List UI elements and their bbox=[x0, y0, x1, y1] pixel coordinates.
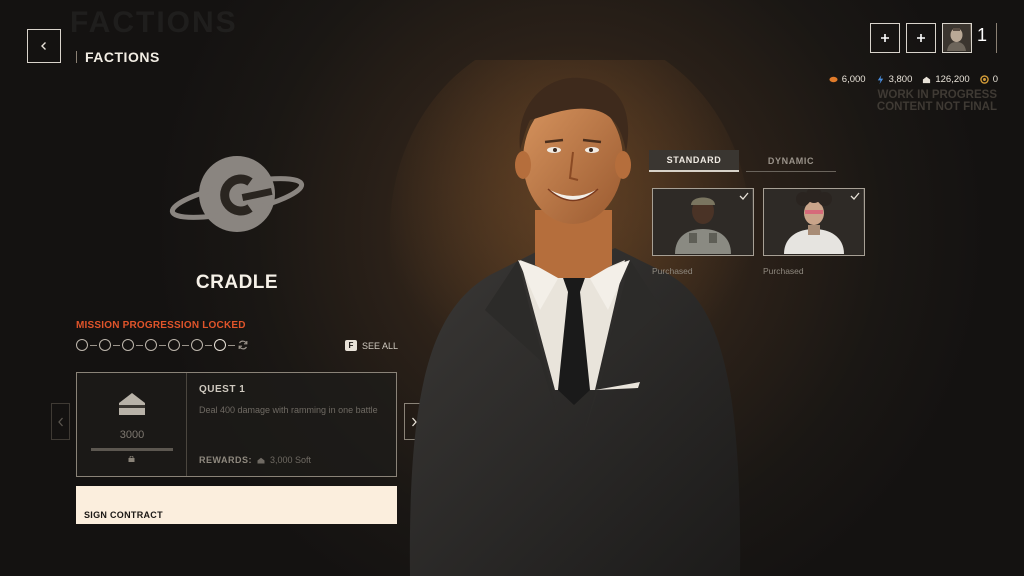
plus-icon bbox=[917, 34, 925, 42]
orange-coin-icon bbox=[829, 76, 838, 83]
lock-icon bbox=[128, 456, 135, 462]
cash-stack-icon bbox=[119, 393, 145, 415]
tab-dynamic[interactable]: DYNAMIC bbox=[746, 150, 836, 172]
add-button-1[interactable] bbox=[870, 23, 900, 53]
repeat-cycle-icon bbox=[238, 340, 248, 350]
mission-node[interactable] bbox=[99, 339, 111, 351]
mission-progress-track bbox=[76, 339, 249, 351]
mission-node[interactable] bbox=[168, 339, 180, 351]
currency-bar: 6,000 3,800 126,200 0 bbox=[829, 74, 998, 85]
sign-contract-button[interactable]: SIGN CONTRACT bbox=[76, 486, 397, 524]
keybind-badge: F bbox=[345, 340, 357, 351]
player-avatar[interactable] bbox=[942, 23, 972, 53]
skin-card-1[interactable] bbox=[652, 188, 754, 256]
currency-soft: 6,000 bbox=[829, 74, 866, 85]
currency-value: 0 bbox=[992, 74, 998, 85]
currency-value: 126,200 bbox=[935, 74, 970, 85]
add-button-2[interactable] bbox=[906, 23, 936, 53]
cash-stack-icon bbox=[257, 457, 265, 463]
wip-line-2: CONTENT NOT FINAL bbox=[876, 101, 997, 113]
page-title-wrap: FACTIONS bbox=[76, 49, 160, 65]
chevron-left-icon bbox=[41, 42, 46, 50]
node-connector bbox=[136, 344, 143, 346]
mission-node[interactable] bbox=[76, 339, 88, 351]
rewards-value: 3,000 Soft bbox=[270, 455, 312, 465]
skin-card-2[interactable] bbox=[763, 188, 865, 256]
back-button[interactable] bbox=[27, 29, 61, 63]
quest-rewards: REWARDS: 3,000 Soft bbox=[199, 455, 311, 465]
quest-description: Deal 400 damage with ramming in one batt… bbox=[199, 405, 378, 415]
wip-line-1: WORK IN PROGRESS bbox=[877, 89, 997, 101]
quest-prev-button[interactable] bbox=[51, 403, 70, 440]
avatar-portrait-icon bbox=[943, 24, 970, 51]
quest-reward-panel: 3000 bbox=[77, 373, 187, 476]
gold-token-icon bbox=[979, 75, 989, 84]
tab-standard[interactable]: STANDARD bbox=[649, 150, 739, 172]
quest-amount: 3000 bbox=[119, 429, 145, 441]
node-connector bbox=[205, 344, 212, 346]
skin-status-1: Purchased bbox=[652, 266, 693, 276]
quest-title: QUEST 1 bbox=[199, 384, 246, 395]
player-level: 1 bbox=[977, 25, 988, 45]
faction-name: CRADLE bbox=[195, 272, 279, 293]
mission-node[interactable] bbox=[145, 339, 157, 351]
level-divider bbox=[996, 23, 997, 53]
node-connector bbox=[90, 344, 97, 346]
node-connector bbox=[228, 344, 235, 346]
currency-value: 3,800 bbox=[888, 74, 913, 85]
scientist-skin-portrait bbox=[764, 189, 863, 254]
currency-energy: 3,800 bbox=[876, 74, 913, 85]
currency-cash: 126,200 bbox=[922, 74, 970, 85]
quest-progress-bar bbox=[91, 448, 173, 451]
sign-contract-label: SIGN CONTRACT bbox=[84, 510, 163, 520]
node-connector bbox=[113, 344, 120, 346]
quest-card[interactable]: 3000 QUEST 1 Deal 400 damage with rammin… bbox=[76, 372, 397, 477]
cash-stack-icon bbox=[923, 76, 931, 84]
soldier-skin-portrait bbox=[653, 189, 752, 254]
title-divider bbox=[76, 51, 77, 63]
plus-icon bbox=[881, 34, 889, 42]
skin-status-2: Purchased bbox=[763, 266, 804, 276]
currency-token: 0 bbox=[979, 74, 998, 85]
wip-watermark: WORK IN PROGRESS CONTENT NOT FINAL bbox=[877, 89, 997, 113]
rewards-label: REWARDS: bbox=[199, 455, 252, 465]
blue-bolt-icon bbox=[877, 75, 883, 84]
mission-node[interactable] bbox=[191, 339, 203, 351]
mission-node[interactable] bbox=[122, 339, 134, 351]
node-connector bbox=[182, 344, 189, 346]
page-title: FACTIONS bbox=[85, 49, 160, 65]
node-connector bbox=[159, 344, 166, 346]
checkmark-icon bbox=[850, 192, 860, 200]
mission-node[interactable] bbox=[214, 339, 226, 351]
checkmark-icon bbox=[739, 192, 749, 200]
faction-leader-portrait bbox=[390, 60, 750, 576]
chevron-left-icon bbox=[57, 417, 63, 426]
mission-status: MISSION PROGRESSION LOCKED bbox=[76, 320, 246, 331]
faction-emblem-icon bbox=[169, 156, 305, 232]
ghost-title-text: FACTIONS bbox=[70, 6, 238, 39]
currency-value: 6,000 bbox=[841, 74, 866, 85]
